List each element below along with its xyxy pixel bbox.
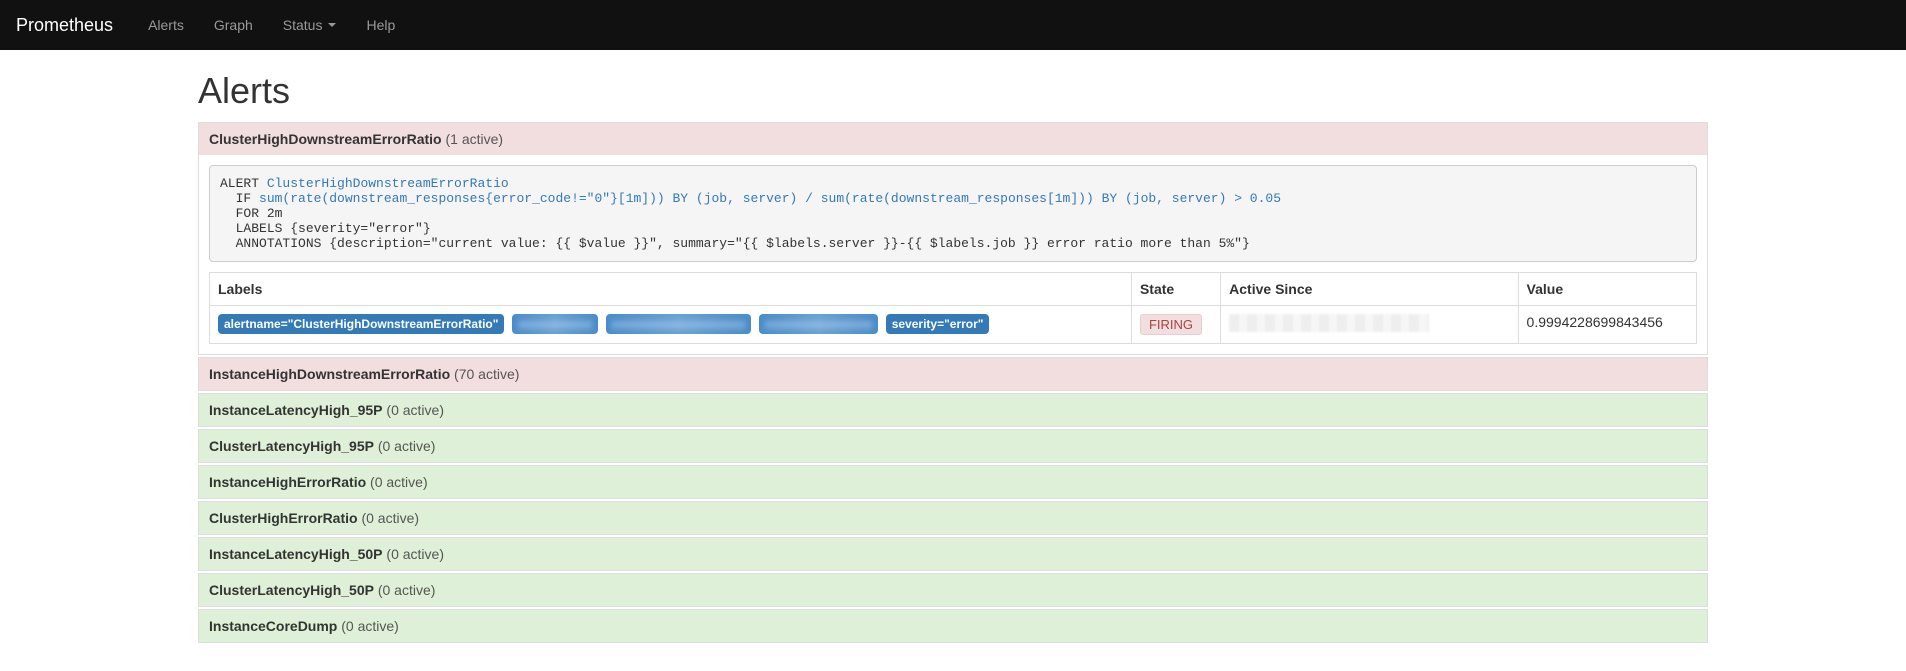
nav-graph[interactable]: Graph xyxy=(199,0,268,50)
alert-group-collapsed: ClusterHighErrorRatio (0 active) xyxy=(198,501,1708,535)
alert-name: InstanceHighDownstreamErrorRatio xyxy=(209,366,450,382)
nav-status[interactable]: Status xyxy=(268,0,352,50)
alert-active-count: (0 active) xyxy=(383,546,444,562)
nav-alerts[interactable]: Alerts xyxy=(133,0,199,50)
alert-rule: ALERT ClusterHighDownstreamErrorRatio IF… xyxy=(209,165,1697,262)
label-chip-severity[interactable]: severity="error" xyxy=(886,314,990,334)
label-chip-redacted[interactable]: xxxxxxxxxxx xyxy=(512,314,597,334)
alert-header[interactable]: ClusterHighDownstreamErrorRatio (1 activ… xyxy=(199,123,1707,155)
table-row: alertname="ClusterHighDownstreamErrorRat… xyxy=(210,306,1697,344)
alert-group-collapsed: ClusterLatencyHigh_50P (0 active) xyxy=(198,573,1708,607)
alert-header[interactable]: InstanceHighErrorRatio (0 active) xyxy=(199,466,1707,498)
page-title: Alerts xyxy=(198,70,1708,112)
navbar: Prometheus Alerts Graph Status Help xyxy=(0,0,1906,50)
alert-active-count: (0 active) xyxy=(337,618,398,634)
cell-state: FIRING xyxy=(1131,306,1220,344)
cell-labels: alertname="ClusterHighDownstreamErrorRat… xyxy=(210,306,1132,344)
th-state: State xyxy=(1131,273,1220,306)
active-since-redacted xyxy=(1229,314,1429,332)
alert-header[interactable]: InstanceLatencyHigh_95P (0 active) xyxy=(199,394,1707,426)
alert-name: ClusterLatencyHigh_50P xyxy=(209,582,374,598)
alert-active-count: (0 active) xyxy=(383,402,444,418)
alert-name: InstanceLatencyHigh_95P xyxy=(209,402,383,418)
alert-header[interactable]: ClusterHighErrorRatio (0 active) xyxy=(199,502,1707,534)
alert-group-collapsed: InstanceHighErrorRatio (0 active) xyxy=(198,465,1708,499)
alert-active-count: (70 active) xyxy=(450,366,519,382)
alert-group-collapsed: InstanceCoreDump (0 active) xyxy=(198,609,1708,643)
state-badge: FIRING xyxy=(1140,314,1202,335)
alert-group-collapsed: ClusterLatencyHigh_95P (0 active) xyxy=(198,429,1708,463)
alert-active-count: (0 active) xyxy=(374,438,435,454)
alert-group-collapsed: InstanceHighDownstreamErrorRatio (70 act… xyxy=(198,357,1708,391)
alert-active-count: (1 active) xyxy=(445,131,503,147)
alert-header[interactable]: InstanceHighDownstreamErrorRatio (70 act… xyxy=(199,358,1707,390)
th-value: Value xyxy=(1518,273,1696,306)
alert-header[interactable]: InstanceLatencyHigh_50P (0 active) xyxy=(199,538,1707,570)
alert-name: ClusterLatencyHigh_95P xyxy=(209,438,374,454)
label-chip-alertname[interactable]: alertname="ClusterHighDownstreamErrorRat… xyxy=(218,314,504,334)
alert-name: ClusterHighErrorRatio xyxy=(209,510,358,526)
alert-name: InstanceHighErrorRatio xyxy=(209,474,366,490)
brand[interactable]: Prometheus xyxy=(16,1,113,50)
th-labels: Labels xyxy=(210,273,1132,306)
alert-active-count: (0 active) xyxy=(358,510,419,526)
th-active-since: Active Since xyxy=(1221,273,1518,306)
alert-instances-table: Labels State Active Since Value alertnam… xyxy=(209,272,1697,344)
alert-name: InstanceLatencyHigh_50P xyxy=(209,546,383,562)
alert-active-count: (0 active) xyxy=(366,474,427,490)
alert-name: InstanceCoreDump xyxy=(209,618,337,634)
chevron-down-icon xyxy=(328,23,336,27)
alert-active-count: (0 active) xyxy=(374,582,435,598)
label-chip-redacted[interactable]: xxxxxxxxxxxxxxxx xyxy=(759,314,878,334)
alert-header[interactable]: ClusterLatencyHigh_50P (0 active) xyxy=(199,574,1707,606)
alert-group-collapsed: InstanceLatencyHigh_50P (0 active) xyxy=(198,537,1708,571)
cell-active-since xyxy=(1221,306,1518,344)
alert-header[interactable]: ClusterLatencyHigh_95P (0 active) xyxy=(199,430,1707,462)
alert-group-collapsed: InstanceLatencyHigh_95P (0 active) xyxy=(198,393,1708,427)
nav-help[interactable]: Help xyxy=(351,0,410,50)
alert-header[interactable]: InstanceCoreDump (0 active) xyxy=(199,610,1707,642)
cell-value: 0.9994228699843456 xyxy=(1518,306,1696,344)
alert-name: ClusterHighDownstreamErrorRatio xyxy=(209,131,442,147)
alert-group-expanded: ClusterHighDownstreamErrorRatio (1 activ… xyxy=(198,122,1708,355)
nav-status-label: Status xyxy=(283,17,323,33)
alert-body: ALERT ClusterHighDownstreamErrorRatio IF… xyxy=(199,155,1707,354)
label-chip-redacted[interactable]: xxxxxxxxxxxxxxxxxxxx xyxy=(606,314,751,334)
